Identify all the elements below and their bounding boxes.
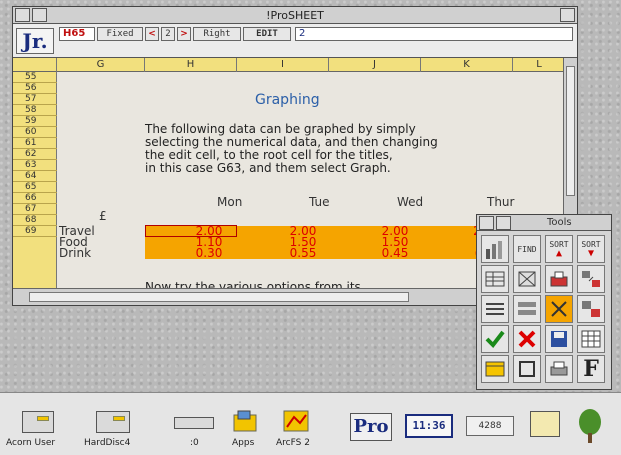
move-cells-icon[interactable] [577,265,605,293]
edit-cell-input[interactable]: 2 [295,27,573,41]
row-number[interactable]: 57 [13,94,57,105]
drive-label: HardDisc4 [84,438,131,448]
row-number[interactable]: 55 [13,72,57,83]
tools-palette: Tools FIND SORT ▲ SORT ▼ F [476,214,612,390]
drive-label: ArcFS 2 [276,438,310,448]
bar-chart-icon[interactable] [481,235,509,263]
data-cell[interactable]: 0.45 [365,246,425,260]
junior-logo: Jr. [16,28,54,54]
clock-display[interactable]: 11:36 [405,414,453,438]
arrow-down-icon: ▼ [587,248,595,259]
row-numbers: 55 56 57 58 59 60 61 62 63 64 65 66 67 6… [13,72,57,290]
sort-ascending-button[interactable]: SORT ▲ [545,235,573,263]
arcfs-icon[interactable] [282,407,312,435]
row-number[interactable]: 60 [13,127,57,138]
column-header[interactable]: H [145,58,237,72]
ram-disc-icon[interactable] [174,417,214,429]
data-cell[interactable]: 0.30 [179,246,239,260]
insert-rows-icon[interactable] [481,265,509,293]
paragraph-line: The following data can be graphed by sim… [145,122,416,136]
data-cell[interactable]: 0.55 [273,246,333,260]
row-number[interactable]: 69 [13,226,57,237]
row-number[interactable]: 65 [13,182,57,193]
close-icon[interactable] [496,216,511,230]
row-number[interactable]: 68 [13,215,57,226]
category-label: Drink [59,246,92,260]
format-columns-icon[interactable] [481,295,509,323]
day-header: Tue [309,195,330,209]
column-header[interactable]: K [421,58,513,72]
column-header[interactable]: J [329,58,421,72]
arrow-up-icon: ▲ [555,248,563,259]
decimals-field[interactable]: 2 [161,27,175,41]
row-number[interactable]: 64 [13,171,57,182]
row-number[interactable]: 63 [13,160,57,171]
delete-columns-icon[interactable] [513,265,541,293]
row-number[interactable]: 66 [13,193,57,204]
back-icon[interactable] [479,216,494,230]
print-icon[interactable] [545,355,573,383]
tools-title: Tools [547,217,572,228]
drive-label: Acorn User [6,438,56,448]
row-number[interactable]: 67 [13,204,57,215]
paragraph-line: selecting the numerical data, and then c… [145,135,438,149]
edit-button[interactable]: EDIT [243,27,291,41]
column-header[interactable]: I [237,58,329,72]
icon-bar: Acorn User HardDisc4 :0 Apps ArcFS 2 Pro… [0,392,621,455]
copy-cells-icon[interactable] [577,295,605,323]
align-right-button[interactable]: Right [193,27,241,41]
column-headers: G H I J K L [13,58,565,72]
sort-descending-button[interactable]: SORT ▼ [577,235,605,263]
clear-icon[interactable] [545,295,573,323]
box-icon[interactable] [513,355,541,383]
day-header: Mon [217,195,243,209]
toggle-size-icon[interactable] [560,8,575,22]
row-number[interactable]: 59 [13,116,57,127]
save-disc-icon[interactable] [545,325,573,353]
floppy-drive-icon[interactable] [22,411,54,433]
tree-icon[interactable] [575,407,605,445]
drive-label: :0 [190,438,199,448]
justify-icon[interactable] [513,295,541,323]
memory-display[interactable]: 4288 [466,416,514,436]
day-header: Wed [397,195,424,209]
display-icon[interactable] [530,411,560,437]
format-fixed-button[interactable]: Fixed [97,27,143,41]
row-number[interactable]: 58 [13,105,57,116]
find-button[interactable]: FIND [513,235,541,263]
window-title: !ProSHEET [266,9,324,22]
window-icon[interactable] [481,355,509,383]
sheet-infobar: Jr. H65 Fixed < 2 > Right EDIT 2 [13,24,577,58]
paragraph-line: in this case G63, and them select Graph. [145,161,391,175]
tools-titlebar[interactable]: Tools [477,215,611,231]
column-header[interactable]: L [513,58,565,72]
cross-icon[interactable] [513,325,541,353]
table-icon[interactable] [577,325,605,353]
pro-app-icon[interactable]: Pro [350,413,392,441]
horizontal-scroll-thumb[interactable] [29,292,409,302]
day-header: Thur [487,195,515,209]
tick-icon[interactable] [481,325,509,353]
currency-label: £ [99,209,107,223]
apps-icon[interactable] [232,407,260,435]
cell-reference[interactable]: H65 [59,27,95,41]
hard-disc-icon[interactable] [96,411,130,433]
font-icon[interactable]: F [577,355,605,383]
window-titlebar[interactable]: !ProSHEET [13,7,577,24]
insert-cells-icon[interactable] [545,265,573,293]
row-number[interactable]: 62 [13,149,57,160]
paragraph-line: the edit cell, to the root cell for the … [145,148,393,162]
column-header[interactable]: G [57,58,145,72]
row-number[interactable]: 56 [13,83,57,94]
drive-label: Apps [232,438,255,448]
vertical-scroll-thumb[interactable] [566,66,575,196]
decimals-increase-button[interactable]: > [177,27,191,41]
decimals-decrease-button[interactable]: < [145,27,159,41]
sheet-heading: Graphing [255,92,320,108]
corner-cell [13,58,57,72]
row-number[interactable]: 61 [13,138,57,149]
